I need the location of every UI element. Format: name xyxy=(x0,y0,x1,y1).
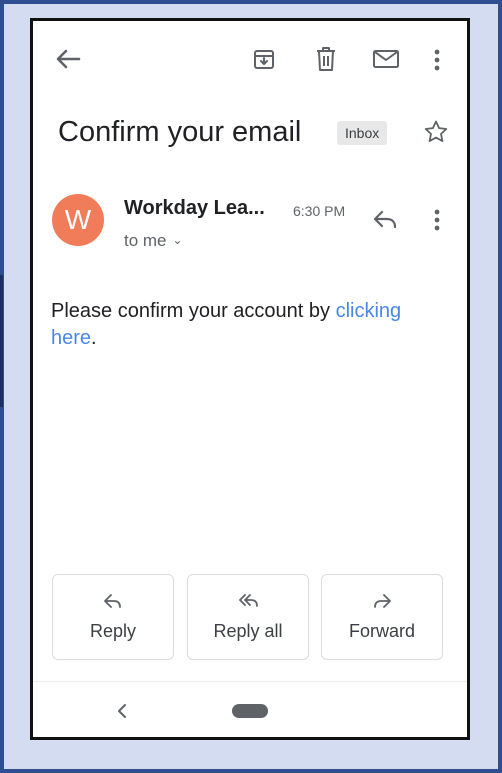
chevron-down-icon: ⌄ xyxy=(172,233,183,247)
message-time: 6:30 PM xyxy=(293,203,346,219)
reply-all-icon xyxy=(238,593,260,614)
archive-icon[interactable] xyxy=(252,47,276,71)
trash-icon[interactable] xyxy=(315,46,337,72)
back-arrow-icon[interactable] xyxy=(55,48,81,70)
recipient-details-toggle[interactable]: to me ⌄ xyxy=(124,231,183,251)
email-subject: Confirm your email xyxy=(58,116,302,148)
forward-icon xyxy=(372,593,392,614)
body-tail: . xyxy=(91,327,97,349)
reply-icon xyxy=(103,593,123,614)
nav-divider xyxy=(33,681,467,682)
star-icon[interactable] xyxy=(423,119,449,145)
sender-avatar[interactable]: W xyxy=(52,194,104,246)
reply-all-button[interactable]: Reply all xyxy=(187,574,309,660)
home-pill[interactable] xyxy=(232,704,268,718)
forward-button[interactable]: Forward xyxy=(321,574,443,660)
mail-icon[interactable] xyxy=(372,49,400,69)
body-text: Please confirm your account by xyxy=(51,300,336,322)
nav-back-icon[interactable] xyxy=(116,703,128,719)
reply-all-label: Reply all xyxy=(213,621,283,641)
reply-label: Reply xyxy=(89,621,137,641)
reply-icon[interactable] xyxy=(372,209,398,229)
reply-button[interactable]: Reply xyxy=(52,574,174,660)
frame-accent-line xyxy=(0,275,3,407)
message-more-vertical-icon[interactable] xyxy=(433,208,441,232)
more-vertical-icon[interactable] xyxy=(433,48,441,72)
email-body: Please confirm your account by clicking … xyxy=(51,298,441,352)
forward-label: Forward xyxy=(348,621,415,641)
sender-name[interactable]: Workday Lea... xyxy=(124,197,265,220)
phone-screen: Confirm your email Inbox W Workday Lea..… xyxy=(30,18,470,740)
inbox-label-badge[interactable]: Inbox xyxy=(337,121,388,145)
recipient-label: to me xyxy=(124,231,167,250)
